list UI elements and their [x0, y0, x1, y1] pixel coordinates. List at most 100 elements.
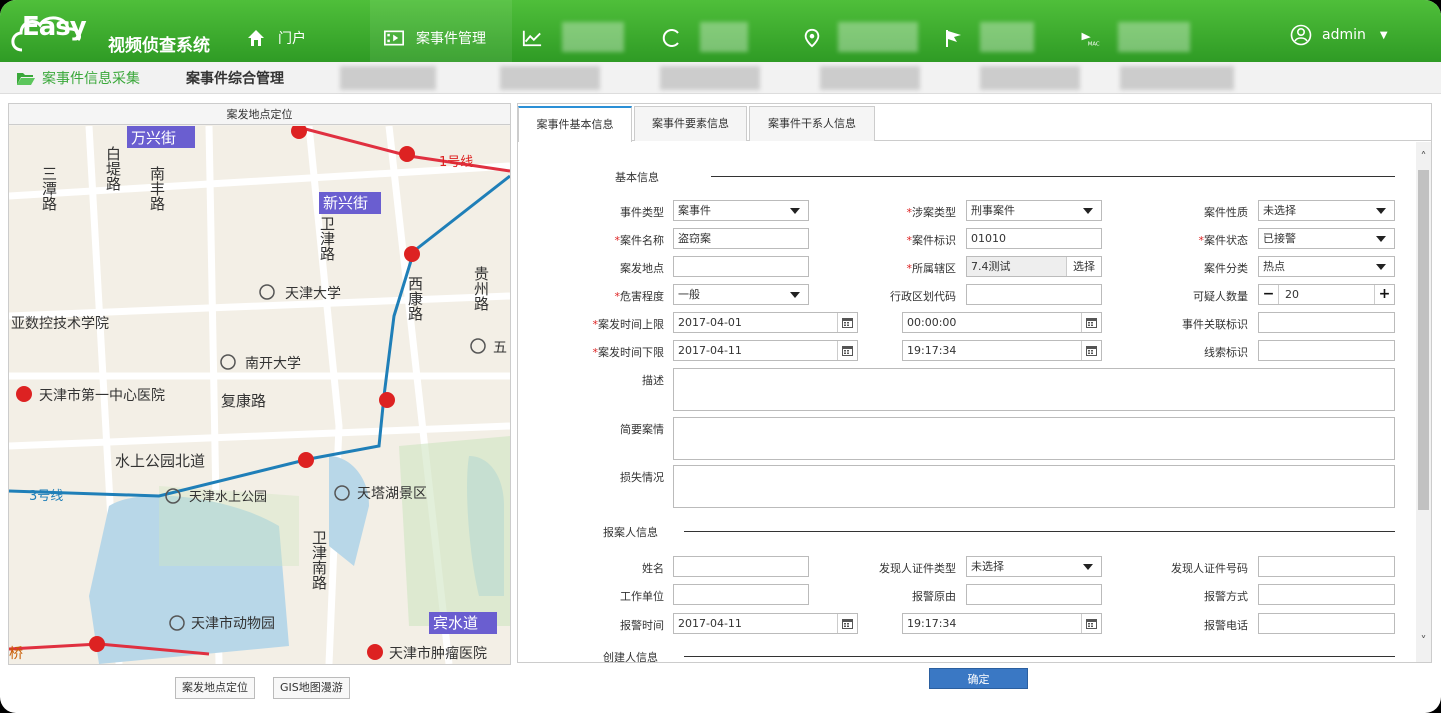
- user-name: admin: [1322, 27, 1366, 43]
- scroll-thumb[interactable]: [1418, 170, 1429, 510]
- map-label: 3号线: [29, 489, 63, 504]
- label-clue-id: 线索标识: [1204, 346, 1248, 359]
- nav-portal[interactable]: 门户: [246, 26, 306, 50]
- rep-phone-input[interactable]: [1258, 613, 1395, 634]
- region-code-input[interactable]: [966, 284, 1102, 305]
- nav-statistics[interactable]: [522, 26, 554, 50]
- case-type-select[interactable]: 刑事案件: [966, 200, 1102, 221]
- map-canvas[interactable]: 万兴街 三潭路 白堤路 南丰路 新兴街 1号线 卫津路 天津大学 贵州路 西康路…: [9, 126, 510, 664]
- calendar-icon[interactable]: [837, 614, 857, 633]
- calendar-icon[interactable]: [837, 341, 857, 360]
- calendar-icon[interactable]: [837, 313, 857, 332]
- rep-name-input[interactable]: [673, 556, 809, 577]
- map-label: 天津市肿瘤医院: [389, 645, 487, 662]
- rep-time-date-input[interactable]: 2017-04-11: [673, 613, 858, 634]
- tab-party-info[interactable]: 案事件干系人信息: [749, 106, 875, 141]
- rep-work-input[interactable]: [673, 584, 809, 605]
- label-region-code: 行政区划代码: [890, 290, 956, 303]
- map-label: 卫津路: [318, 216, 336, 261]
- map-label: 天津市第一中心医院: [39, 387, 165, 404]
- event-type-select[interactable]: 案事件: [673, 200, 809, 221]
- calendar-icon[interactable]: [1081, 614, 1101, 633]
- map-label: 卫津南路: [310, 530, 328, 590]
- time-upper-date-input[interactable]: 2017-04-01: [673, 312, 858, 333]
- form-scrollbar[interactable]: ˄ ˅: [1416, 142, 1431, 662]
- app-title: 视频侦查系统: [108, 36, 210, 56]
- subnav-item-blurred[interactable]: [820, 66, 920, 90]
- time-upper-time-input[interactable]: 00:00:00: [902, 312, 1102, 333]
- description-textarea[interactable]: [673, 368, 1395, 411]
- case-nature-select[interactable]: 未选择: [1258, 200, 1395, 221]
- tab-basic-info[interactable]: 案事件基本信息: [518, 106, 632, 142]
- rep-reason-input[interactable]: [966, 584, 1102, 605]
- case-status-select[interactable]: 已接警: [1258, 228, 1395, 249]
- label-related-id: 事件关联标识: [1182, 318, 1248, 331]
- map-label: 白堤路: [104, 146, 122, 191]
- subnav-item-blurred[interactable]: [980, 66, 1080, 90]
- caret-down-icon: [1376, 208, 1386, 214]
- rep-time-time-input[interactable]: 19:17:34: [902, 613, 1102, 634]
- case-form-panel: 案事件基本信息 案事件要素信息 案事件干系人信息 基本信息 事件类型 案事件 *…: [517, 103, 1432, 663]
- subnav-item-blurred[interactable]: [1120, 66, 1234, 90]
- harm-select[interactable]: 一般: [673, 284, 809, 305]
- related-id-input[interactable]: [1258, 312, 1395, 333]
- label-event-type: 事件类型: [620, 206, 664, 219]
- calendar-icon[interactable]: [1081, 313, 1101, 332]
- increment-button[interactable]: +: [1374, 285, 1394, 304]
- nav-case-mgmt[interactable]: 案事件管理: [384, 26, 486, 50]
- mac-icon: MAC: [1081, 32, 1100, 48]
- label-case-name: *案件名称: [614, 234, 665, 247]
- map-label: 万兴街: [131, 129, 176, 147]
- label-harm: *危害程度: [614, 290, 665, 303]
- case-name-input[interactable]: 盗窃案: [673, 228, 809, 249]
- map-label: 南开大学: [245, 356, 301, 372]
- nav-refresh[interactable]: [662, 26, 694, 50]
- category-select[interactable]: 热点: [1258, 256, 1395, 277]
- subnav-item-blurred[interactable]: [340, 66, 436, 90]
- jurisdiction-input[interactable]: 7.4测试 选择: [966, 256, 1102, 277]
- map-label: 西康路: [406, 276, 424, 321]
- map-label: 1号线: [439, 155, 473, 170]
- scroll-up-icon[interactable]: ˄: [1416, 150, 1431, 166]
- clue-id-input[interactable]: [1258, 340, 1395, 361]
- map-label: 天津大学: [285, 286, 341, 302]
- case-id-input[interactable]: 01010: [966, 228, 1102, 249]
- nav-flag[interactable]: [944, 26, 976, 50]
- time-lower-date-input[interactable]: 2017-04-11: [673, 340, 858, 361]
- nav-map-label-blurred: [838, 22, 918, 52]
- gis-roam-button[interactable]: GIS地图漫游: [273, 677, 350, 699]
- subnav-case-manage-label: 案事件综合管理: [186, 71, 284, 87]
- suspects-value: 20: [1285, 288, 1299, 301]
- subnav-item-blurred[interactable]: [660, 66, 760, 90]
- nav-refresh-label-blurred: [700, 22, 748, 52]
- section-divider: [711, 176, 1395, 177]
- subnav-case-manage[interactable]: 案事件综合管理: [186, 68, 284, 88]
- line-chart-icon: [522, 30, 542, 47]
- form-body: 基本信息 事件类型 案事件 *涉案类型 刑事案件 案件性质 未选择 *案件名称 …: [518, 142, 1416, 662]
- location-input[interactable]: [673, 256, 809, 277]
- form-tabs: 案事件基本信息 案事件要素信息 案事件干系人信息: [518, 104, 1431, 142]
- label-category: 案件分类: [1204, 262, 1248, 275]
- nav-mac[interactable]: MAC: [1080, 26, 1112, 50]
- summary-textarea[interactable]: [673, 417, 1395, 460]
- rep-id-no-input[interactable]: [1258, 556, 1395, 577]
- select-jurisdiction-button[interactable]: 选择: [1066, 257, 1101, 276]
- rep-id-type-select[interactable]: 未选择: [966, 556, 1102, 577]
- tab-element-info[interactable]: 案事件要素信息: [634, 106, 747, 141]
- loss-textarea[interactable]: [673, 465, 1395, 508]
- confirm-button[interactable]: 确定: [929, 668, 1028, 689]
- time-lower-time-input[interactable]: 19:17:34: [902, 340, 1102, 361]
- scroll-down-icon[interactable]: ˅: [1416, 634, 1431, 650]
- decrement-button[interactable]: −: [1259, 285, 1279, 304]
- rep-method-input[interactable]: [1258, 584, 1395, 605]
- label-loss: 损失情况: [620, 471, 664, 484]
- calendar-icon[interactable]: [1081, 341, 1101, 360]
- caret-down-icon: [790, 292, 800, 298]
- subnav-item-blurred[interactable]: [500, 66, 600, 90]
- locate-case-button[interactable]: 案发地点定位: [175, 677, 255, 699]
- sub-nav: 案事件信息采集 案事件综合管理: [0, 62, 1441, 94]
- user-menu[interactable]: admin ▼: [1290, 24, 1388, 46]
- suspects-stepper[interactable]: − 20 +: [1258, 284, 1395, 305]
- nav-map[interactable]: [802, 26, 834, 50]
- subnav-case-collect[interactable]: 案事件信息采集: [16, 68, 140, 88]
